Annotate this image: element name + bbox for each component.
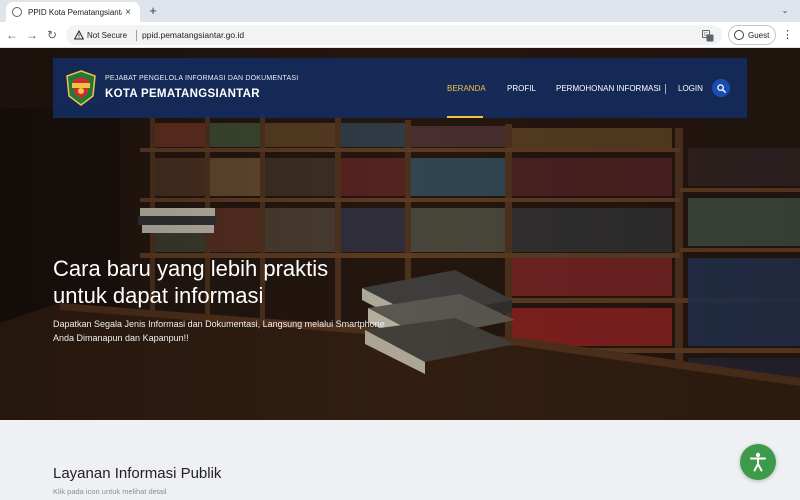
- nav-profil[interactable]: PROFIL: [507, 58, 536, 118]
- accessibility-button[interactable]: [740, 444, 776, 480]
- profile-label: Guest: [748, 30, 770, 40]
- tab-title: PPID Kota Pematangsiantar: [28, 7, 122, 17]
- nav-active-indicator: [447, 116, 483, 118]
- accessibility-icon: [750, 452, 766, 472]
- warning-icon[interactable]: [74, 30, 84, 40]
- browser-menu-button[interactable]: ⋮: [782, 27, 793, 43]
- search-icon: [716, 83, 726, 93]
- browser-tabstrip: PPID Kota Pematangsiantar × + ⌄: [0, 0, 800, 22]
- nav-permohonan-informasi[interactable]: PERMOHONAN INFORMASI: [556, 58, 661, 118]
- org-subtitle: PEJABAT PENGELOLA INFORMASI DAN DOKUMENT…: [105, 75, 299, 82]
- address-divider: [136, 29, 138, 41]
- new-tab-button[interactable]: +: [146, 3, 160, 19]
- svg-text:G: G: [704, 32, 708, 38]
- translate-icon[interactable]: G: [702, 29, 714, 42]
- profile-icon: [734, 30, 744, 40]
- search-button[interactable]: [712, 79, 730, 97]
- services-title: Layanan Informasi Publik: [53, 465, 222, 482]
- hero-description: Dapatkan Segala Jenis Informasi dan Doku…: [53, 319, 385, 343]
- reload-button[interactable]: ↻: [45, 27, 59, 43]
- browser-toolbar: ← → ↻ Not Secure ppid.pematangsiantar.go…: [0, 22, 800, 48]
- hero-section: PEJABAT PENGELOLA INFORMASI DAN DOKUMENT…: [0, 48, 800, 420]
- back-button[interactable]: ←: [5, 27, 19, 43]
- org-name[interactable]: KOTA PEMATANGSIANTAR: [105, 88, 260, 100]
- globe-icon: [12, 7, 22, 17]
- url-text[interactable]: ppid.pematangsiantar.go.id: [142, 30, 244, 40]
- nav-login[interactable]: LOGIN: [678, 58, 703, 118]
- profile-button[interactable]: Guest: [728, 25, 776, 45]
- site-header: PEJABAT PENGELOLA INFORMASI DAN DOKUMENT…: [53, 58, 747, 118]
- hero-title: Cara baru yang lebih praktis untuk dapat…: [53, 255, 433, 309]
- city-logo[interactable]: [65, 70, 97, 106]
- security-status[interactable]: Not Secure: [87, 31, 127, 40]
- tab-search-button[interactable]: ⌄: [778, 4, 792, 18]
- nav-divider: [665, 84, 666, 94]
- services-section: Layanan Informasi Publik Klik pada icon …: [0, 420, 800, 500]
- hero-title-line-2: untuk dapat informasi: [53, 283, 264, 308]
- forward-button[interactable]: →: [25, 27, 39, 43]
- address-bar[interactable]: Not Secure ppid.pematangsiantar.go.id: [66, 25, 722, 45]
- browser-tab[interactable]: PPID Kota Pematangsiantar ×: [6, 2, 140, 22]
- nav-beranda[interactable]: BERANDA: [447, 58, 486, 118]
- tab-close-button[interactable]: ×: [122, 7, 134, 18]
- hero-title-line-1: Cara baru yang lebih praktis: [53, 256, 329, 281]
- services-subtitle: Klik pada icon untuk melihat detail: [53, 487, 167, 496]
